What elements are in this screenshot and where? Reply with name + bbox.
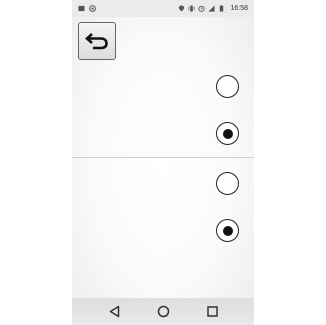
status-time: 16:58 <box>230 5 248 12</box>
notification-app-icon <box>89 5 96 12</box>
back-button[interactable] <box>78 22 116 60</box>
back-triangle-icon[interactable] <box>108 305 121 318</box>
status-bar: 16:58 <box>72 0 254 17</box>
vibrate-icon <box>188 5 195 12</box>
recents-square-icon[interactable] <box>206 305 219 318</box>
app-screen: 16:58 <box>72 0 254 325</box>
home-circle-icon[interactable] <box>157 305 170 318</box>
battery-icon <box>220 5 224 12</box>
option-radio-2[interactable] <box>216 122 239 145</box>
option-radio-3[interactable] <box>216 172 239 195</box>
signal-icon <box>208 5 216 12</box>
alarm-icon <box>198 5 206 12</box>
radio-selected-dot <box>222 128 233 139</box>
undo-arrow-icon <box>85 33 108 50</box>
section-divider <box>72 157 254 158</box>
navigation-bar <box>72 298 254 325</box>
notification-image-icon <box>78 5 85 12</box>
radio-selected-dot <box>222 225 233 236</box>
location-icon <box>179 5 185 12</box>
option-radio-4[interactable] <box>216 219 239 242</box>
option-radio-1[interactable] <box>216 75 239 98</box>
